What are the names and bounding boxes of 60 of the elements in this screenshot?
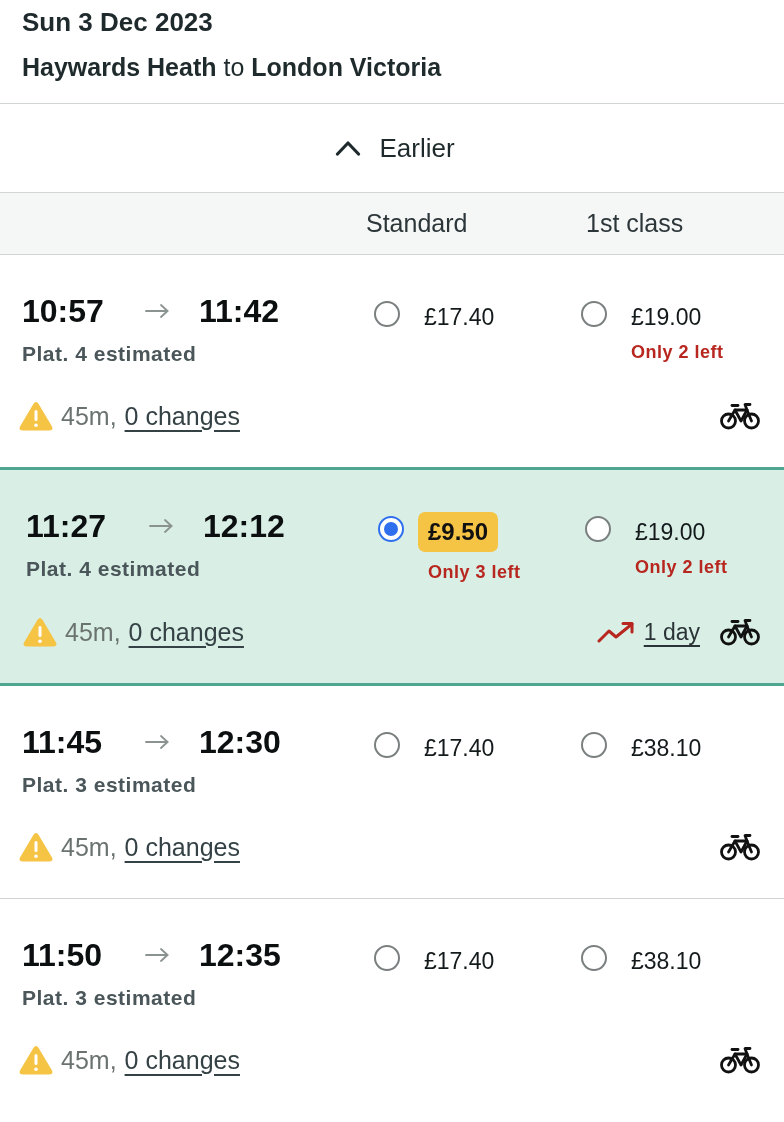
radio-button[interactable] [378,516,404,542]
radio-button[interactable] [581,732,607,758]
departure-time: 11:45 [22,724,104,760]
radio-button[interactable] [374,945,400,971]
platform-text: Plat. 3 estimated [22,772,198,798]
warning-icon [19,832,53,862]
warning-icon [19,401,53,431]
trend-up-icon [596,620,635,644]
arrival-time: 11:42 [199,293,280,329]
radio-button[interactable] [581,301,607,327]
column-header: Standard [366,209,468,238]
changes-link[interactable]: 0 changes [124,401,240,431]
fare-price: £19.00 [635,518,706,547]
fare-price: £9.50 [418,512,499,552]
price-alert-link[interactable]: 1 day [643,618,700,646]
arrow-right-icon [149,519,173,533]
radio-button[interactable] [374,732,400,758]
fare-price: £38.10 [631,947,702,976]
chevron-up-icon [335,140,362,156]
availability-note: Only 2 left [635,556,728,578]
changes-link[interactable]: 0 changes [128,617,244,647]
fare-price: £17.40 [424,947,495,976]
duration-text: 45m, [61,401,117,431]
duration-text: 45m, [61,832,117,862]
bicycle-icon [720,402,760,430]
fare-price: £19.00 [631,303,702,332]
radio-button[interactable] [581,945,607,971]
changes-link[interactable]: 0 changes [124,1045,240,1075]
column-header: 1st class [586,209,684,238]
departure-time: 10:57 [22,293,105,329]
duration-text: 45m, [61,1045,117,1075]
bicycle-icon [720,833,760,861]
warning-icon [23,617,57,647]
arrival-time: 12:12 [203,508,285,544]
arrival-time: 12:30 [199,724,281,760]
arrow-right-icon [145,948,169,962]
radio-button[interactable] [585,516,611,542]
arrow-right-icon [145,304,169,318]
platform-text: Plat. 4 estimated [26,556,202,582]
departure-time: 11:27 [26,508,108,544]
radio-button[interactable] [374,301,400,327]
duration-text: 45m, [65,617,121,647]
arrival-time: 12:35 [199,937,281,973]
availability-note: Only 2 left [631,341,724,363]
platform-text: Plat. 4 estimated [22,341,198,367]
bicycle-icon [720,1046,760,1074]
fare-price: £38.10 [631,734,702,763]
fare-price: £17.40 [424,303,495,332]
availability-note: Only 3 left [428,561,521,583]
bicycle-icon [720,618,760,646]
departure-time: 11:50 [22,937,104,973]
warning-icon [19,1045,53,1075]
changes-link[interactable]: 0 changes [124,832,240,862]
journey-date: Sun 3 Dec 2023 [22,6,214,38]
platform-text: Plat. 3 estimated [22,985,198,1011]
journey-row[interactable]: 11:27 12:12 Plat. 4 estimated £9.50 Only 3 left £19.00 Only 2 left 45m, 0 changes 1 day [0,467,784,686]
route-text: Haywards Heath to London Victoria [22,52,443,83]
arrow-right-icon [145,735,169,749]
earlier-button[interactable]: Earlier [329,124,461,172]
fare-price: £17.40 [424,734,495,763]
